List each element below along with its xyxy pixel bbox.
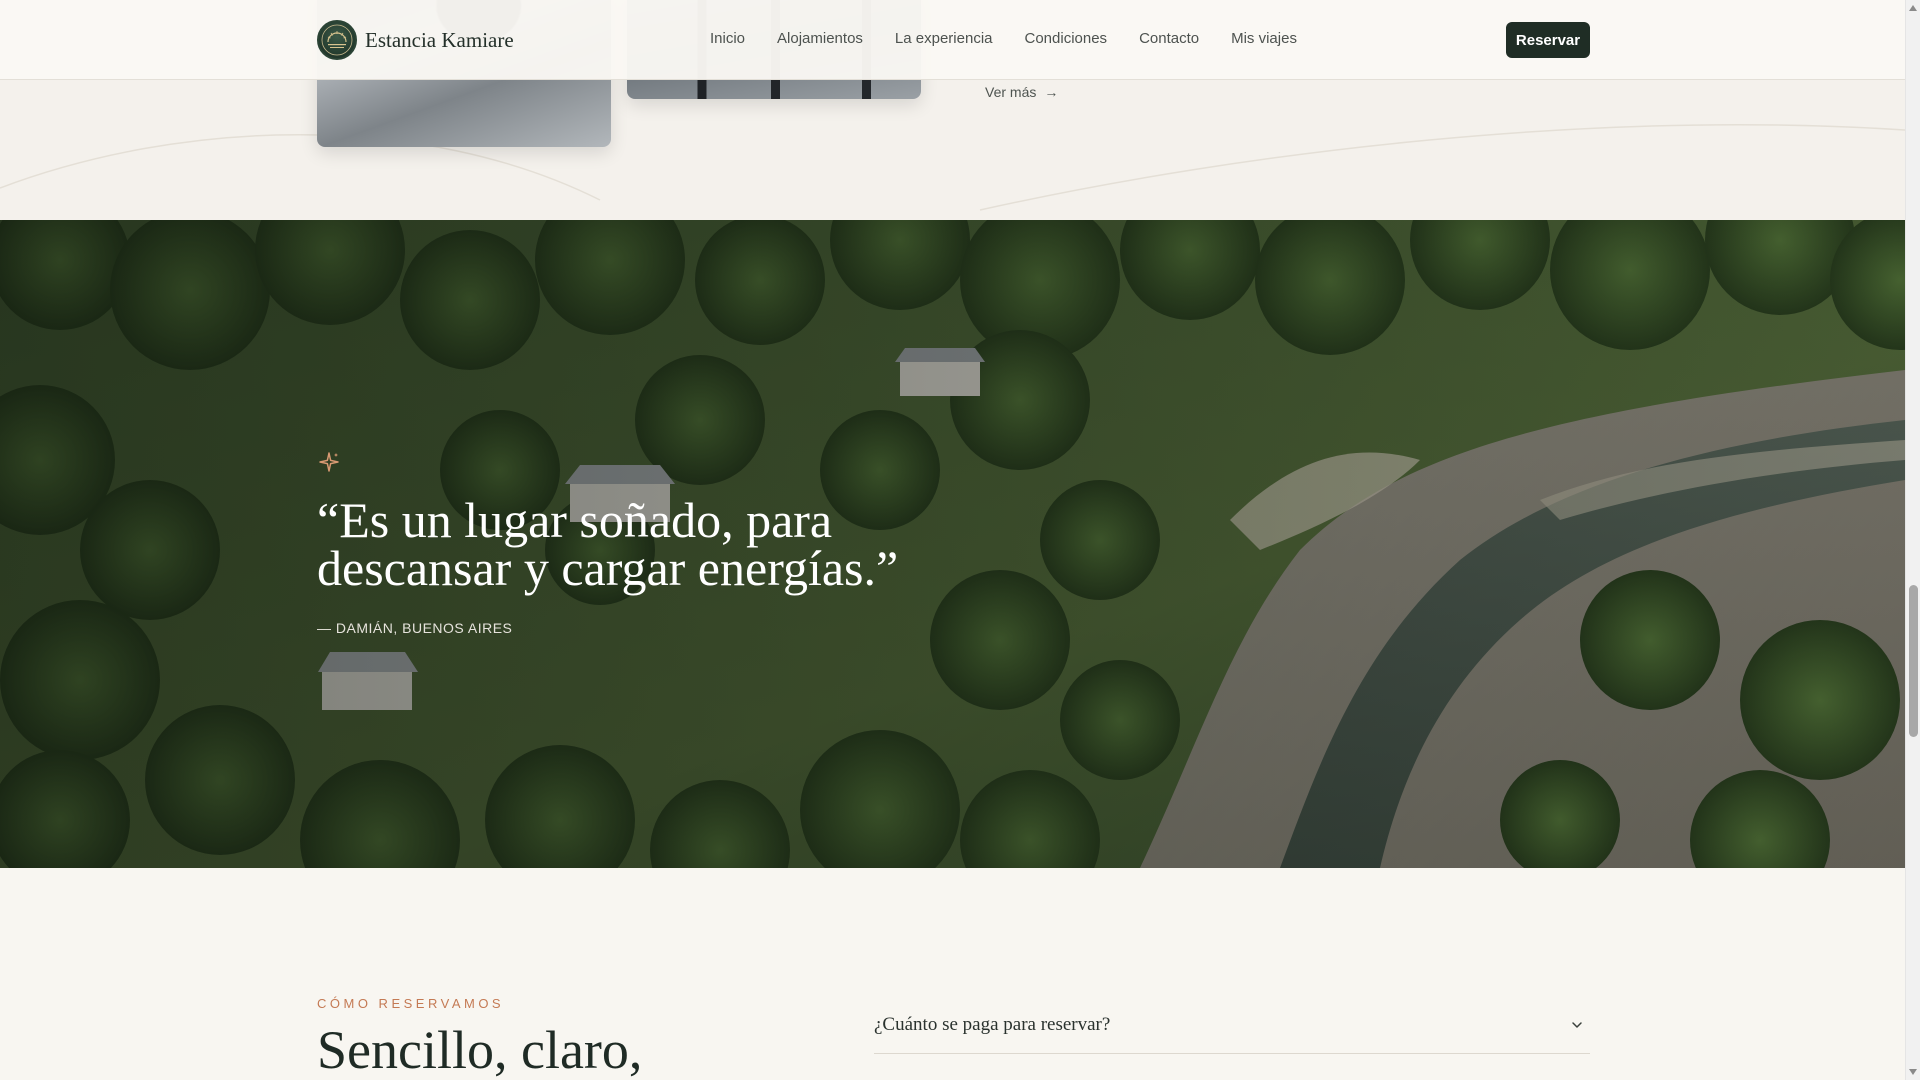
nav-item-inicio[interactable]: Inicio (710, 30, 745, 47)
section-title: Sencillo, claro, (317, 1020, 643, 1080)
chevron-down-icon (1572, 1021, 1582, 1028)
scroll-up-arrow-icon[interactable] (1909, 5, 1917, 11)
scroll-down-arrow-icon[interactable] (1909, 1069, 1917, 1075)
nav-item-condiciones[interactable]: Condiciones (1025, 30, 1108, 47)
site-header: Estancia Kamiare Inicio Alojamientos La … (0, 0, 1905, 80)
scroll-thumb[interactable] (1909, 585, 1918, 737)
brand[interactable]: Estancia Kamiare (317, 20, 514, 60)
sparkle-icon (319, 452, 339, 472)
nav-item-contacto[interactable]: Contacto (1139, 30, 1199, 47)
brand-name: Estancia Kamiare (365, 27, 514, 52)
faq-item[interactable]: ¿Cuánto se paga para reservar? (874, 996, 1590, 1054)
reservar-button[interactable]: Reservar (1506, 22, 1590, 58)
ver-mas-label: Ver más (985, 84, 1037, 100)
testimonial-hero: “Es un lugar soñado, para descansar y ca… (0, 220, 1905, 868)
faq-list: ¿Cuánto se paga para reservar? (874, 996, 1590, 1054)
main-nav: Inicio Alojamientos La experiencia Condi… (710, 30, 1297, 47)
page-scrollbar[interactable] (1905, 0, 1920, 1080)
nav-item-la-experiencia[interactable]: La experiencia (895, 30, 993, 47)
arrow-right-icon: → (1044, 84, 1059, 100)
nav-item-alojamientos[interactable]: Alojamientos (777, 30, 863, 47)
ver-mas-link[interactable]: Ver más → (985, 84, 1058, 100)
page: Ver más → Estancia Kamiare Inicio Alojam… (0, 0, 1905, 1080)
booking-section: CÓMO RESERVAMOS Sencillo, claro, ¿Cuánto… (0, 868, 1905, 1080)
testimonial-author: — DAMIÁN, BUENOS AIRES (317, 620, 513, 636)
estancia-kamiare-logo (317, 20, 357, 60)
faq-question: ¿Cuánto se paga para reservar? (874, 1013, 1111, 1035)
nav-item-mis-viajes[interactable]: Mis viajes (1231, 30, 1297, 47)
section-eyebrow: CÓMO RESERVAMOS (317, 996, 505, 1011)
testimonial-quote: “Es un lugar soñado, para descansar y ca… (317, 492, 899, 596)
